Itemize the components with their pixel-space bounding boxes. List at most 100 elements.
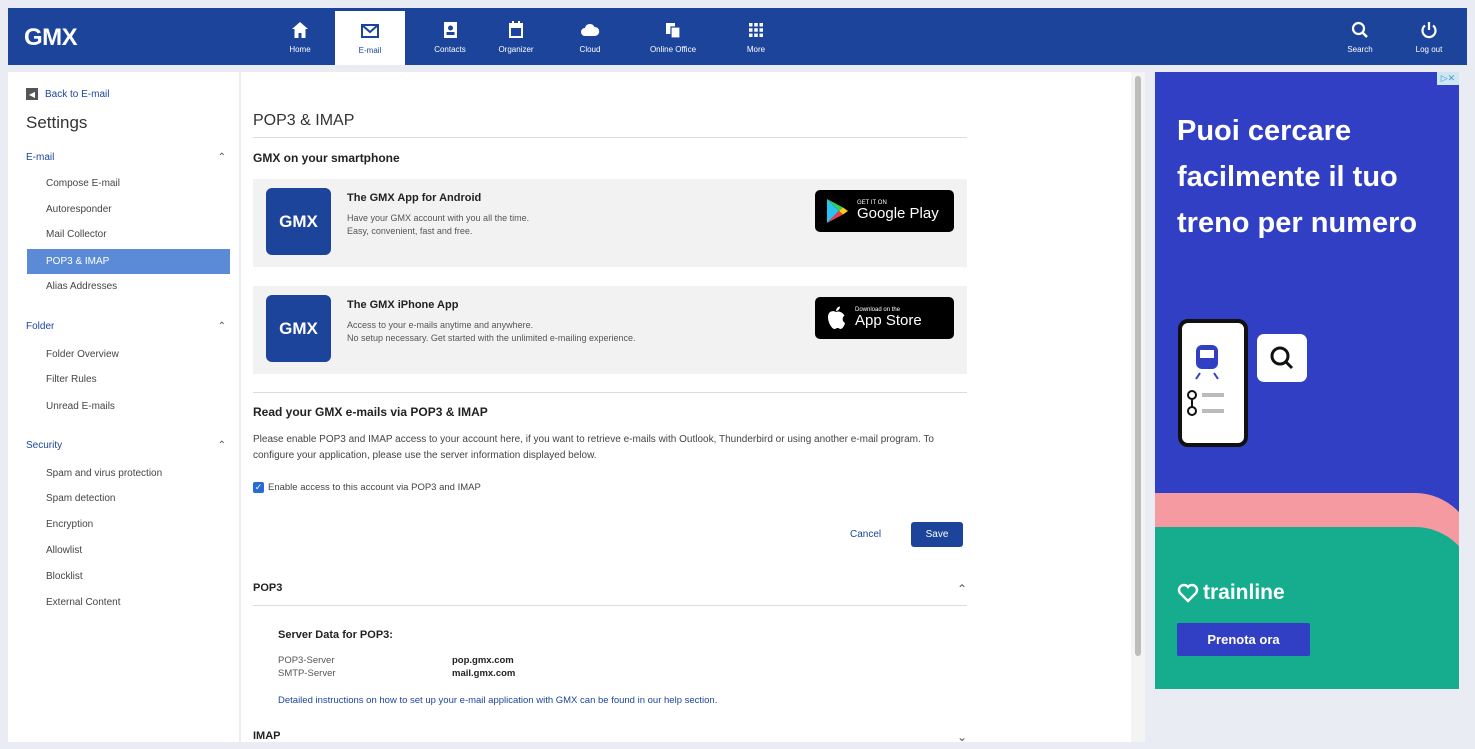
sidebar-item-blocklist[interactable]: Blocklist xyxy=(46,571,83,582)
cancel-button[interactable]: Cancel xyxy=(850,529,881,540)
iphone-desc-line-2: No setup necessary. Get started with the… xyxy=(347,333,636,343)
scrollbar-thumb[interactable] xyxy=(1135,76,1141,656)
google-play-badge[interactable]: GET IT ON Google Play xyxy=(815,190,954,232)
android-desc-line-1: Have your GMX account with you all the t… xyxy=(347,213,530,223)
help-section-link[interactable]: Detailed instructions on how to set up y… xyxy=(278,695,717,706)
sidebar-item-allowlist[interactable]: Allowlist xyxy=(46,545,82,556)
save-button[interactable]: Save xyxy=(911,522,963,547)
ad-wave-green xyxy=(1155,527,1459,689)
search-icon xyxy=(1351,21,1368,38)
sidebar-item-spam-detection[interactable]: Spam detection xyxy=(46,493,116,504)
divider xyxy=(253,137,967,138)
server-row-smtp: SMTP-Server mail.gmx.com xyxy=(278,668,515,679)
search-icon xyxy=(1270,346,1294,370)
nav-email[interactable]: E-mail xyxy=(335,11,405,65)
iphone-app-name: The GMX iPhone App xyxy=(347,299,459,311)
gmx-logo[interactable]: GMX xyxy=(24,24,78,52)
section-folder-header[interactable]: Folder ⌃ xyxy=(26,321,226,332)
pop3-heading: POP3 xyxy=(253,582,283,594)
ad-choices-icon[interactable]: ▷✕ xyxy=(1437,72,1459,85)
logout-label: Log out xyxy=(1415,44,1443,54)
nav-online-office-label: Online Office xyxy=(649,44,697,54)
chevron-up-icon: ⌃ xyxy=(217,321,226,332)
sidebar-item-spam-virus[interactable]: Spam and virus protection xyxy=(46,468,162,479)
search-bubble xyxy=(1257,334,1307,382)
android-app-description: Have your GMX account with you all the t… xyxy=(347,212,787,238)
nav-more[interactable]: More xyxy=(734,8,778,65)
nav-contacts[interactable]: Contacts xyxy=(422,8,478,65)
nav-home[interactable]: Home xyxy=(276,8,324,65)
back-to-email-link[interactable]: ◀ Back to E-mail xyxy=(26,88,109,100)
sidebar-item-folder-overview[interactable]: Folder Overview xyxy=(46,349,119,360)
sidebar-item-encryption[interactable]: Encryption xyxy=(46,519,93,530)
section-security-label: Security xyxy=(26,440,63,451)
gmx-app-logo: GMX xyxy=(266,188,331,255)
sidebar-item-external-content[interactable]: External Content xyxy=(46,597,121,608)
phone-illustration xyxy=(1178,319,1248,447)
google-play-big-text: Google Play xyxy=(857,205,939,222)
imap-accordion-header[interactable]: IMAP ⌄ xyxy=(253,730,967,742)
main-content: POP3 & IMAP GMX on your smartphone GMX T… xyxy=(241,72,1131,742)
sidebar-item-mail-collector[interactable]: Mail Collector xyxy=(46,229,107,240)
iphone-desc-line-1: Access to your e-mails anytime and anywh… xyxy=(347,320,534,330)
sidebar-item-compose-email[interactable]: Compose E-mail xyxy=(46,178,120,189)
nav-online-office[interactable]: Online Office xyxy=(633,8,713,65)
server-value: mail.gmx.com xyxy=(452,668,516,679)
nav-home-label: Home xyxy=(289,44,311,54)
server-row-pop3: POP3-Server pop.gmx.com xyxy=(278,655,514,666)
divider xyxy=(253,392,967,393)
ad-cta-button[interactable]: Prenota ora xyxy=(1177,623,1310,656)
cloud-icon xyxy=(581,23,600,36)
section-email-header[interactable]: E-mail ⌃ xyxy=(26,152,226,163)
top-navigation-bar: GMX Home E-mail Contacts Organizer Cloud… xyxy=(8,8,1467,65)
app-store-badge[interactable]: Download on the App Store xyxy=(815,297,954,339)
chevron-up-icon: ⌃ xyxy=(217,152,226,163)
page-title: POP3 & IMAP xyxy=(253,112,355,129)
sidebar-item-filter-rules[interactable]: Filter Rules xyxy=(46,374,97,385)
pop3-accordion-header[interactable]: POP3 ⌃ xyxy=(253,582,967,596)
sidebar-item-pop3-imap[interactable]: POP3 & IMAP xyxy=(27,249,230,274)
server-data-title: Server Data for POP3: xyxy=(278,629,393,641)
divider xyxy=(253,605,967,606)
android-app-card: GMX The GMX App for Android Have your GM… xyxy=(253,179,967,267)
search-label: Search xyxy=(1347,44,1373,54)
sidebar-item-autoresponder[interactable]: Autoresponder xyxy=(46,204,112,215)
home-icon xyxy=(292,21,308,38)
read-emails-description: Please enable POP3 and IMAP access to yo… xyxy=(253,434,934,461)
settings-title: Settings xyxy=(26,113,88,132)
nav-organizer[interactable]: Organizer xyxy=(488,8,544,65)
chevron-up-icon: ⌃ xyxy=(217,440,226,451)
back-arrow-icon: ◀ xyxy=(26,88,38,100)
google-play-icon xyxy=(827,199,848,223)
advertisement-banner[interactable]: ▷✕ Puoi cercare facilmente il tuo treno … xyxy=(1155,72,1459,689)
imap-heading: IMAP xyxy=(253,730,281,742)
mail-icon xyxy=(361,24,379,38)
ad-headline: Puoi cercare facilmente il tuo treno per… xyxy=(1177,115,1418,239)
section-email-label: E-mail xyxy=(26,152,55,163)
nav-more-label: More xyxy=(746,44,766,54)
chevron-down-icon: ⌄ xyxy=(956,730,967,742)
logout-button[interactable]: Log out xyxy=(1406,8,1452,65)
enable-access-row[interactable]: ✓ Enable access to this account via POP3… xyxy=(253,482,481,493)
server-key: POP3-Server xyxy=(278,655,335,666)
section-folder-label: Folder xyxy=(26,321,55,332)
contacts-icon xyxy=(444,21,457,38)
search-button[interactable]: Search xyxy=(1338,8,1382,65)
android-desc-line-2: Easy, convenient, fast and free. xyxy=(347,226,473,236)
server-key: SMTP-Server xyxy=(278,668,336,679)
iphone-app-description: Access to your e-mails anytime and anywh… xyxy=(347,319,787,345)
gmx-app-logo: GMX xyxy=(266,295,331,362)
sidebar-item-alias-addresses[interactable]: Alias Addresses xyxy=(46,281,117,292)
section-security-header[interactable]: Security ⌃ xyxy=(26,440,226,451)
server-value: pop.gmx.com xyxy=(452,655,514,666)
main-scrollbar[interactable] xyxy=(1131,72,1145,742)
nav-cloud[interactable]: Cloud xyxy=(568,8,612,65)
power-icon xyxy=(1421,21,1437,38)
chevron-up-icon: ⌃ xyxy=(956,582,967,596)
settings-sidebar: ◀ Back to E-mail Settings E-mail ⌃ Compo… xyxy=(8,72,239,742)
enable-access-checkbox[interactable]: ✓ xyxy=(253,482,264,493)
sidebar-item-unread-emails[interactable]: Unread E-mails xyxy=(46,401,115,412)
enable-access-label: Enable access to this account via POP3 a… xyxy=(268,482,481,493)
nav-organizer-label: Organizer xyxy=(498,44,534,54)
iphone-app-card: GMX The GMX iPhone App Access to your e-… xyxy=(253,286,967,374)
